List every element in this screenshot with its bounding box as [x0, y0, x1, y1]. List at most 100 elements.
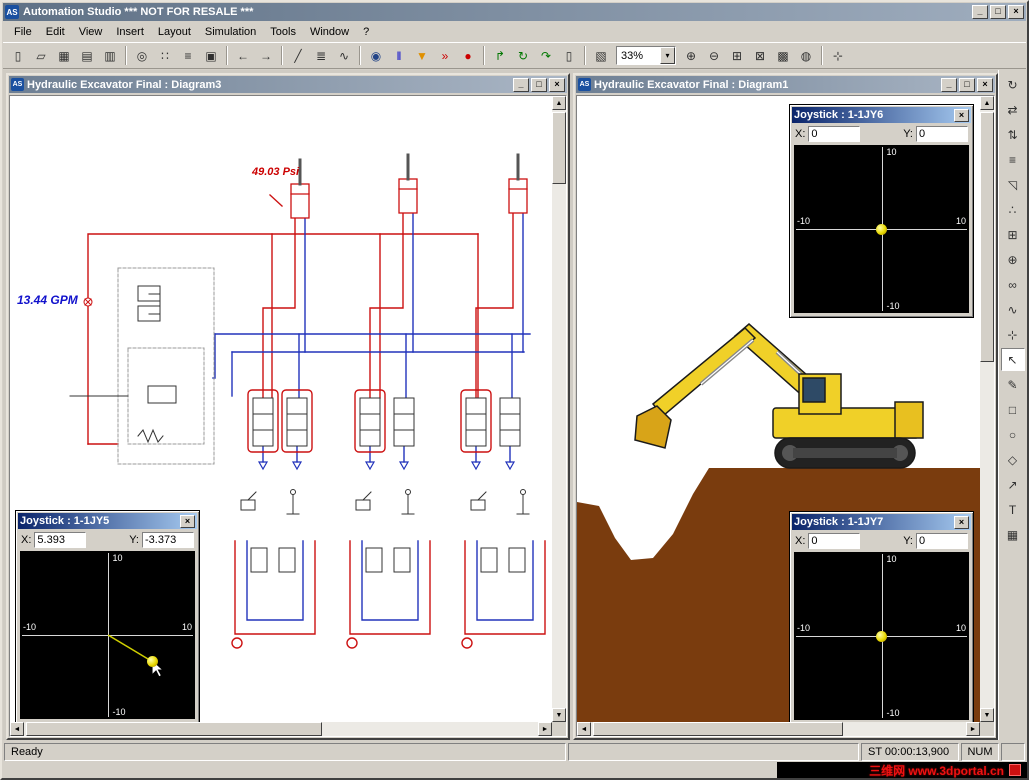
flip-horizontal-button[interactable]: ⇄: [1001, 98, 1025, 121]
menu-help[interactable]: ?: [356, 24, 376, 40]
measure-button[interactable]: ⊹: [1001, 323, 1025, 346]
scrollbar-track[interactable]: [980, 110, 994, 708]
joystick-position-dot[interactable]: [876, 630, 887, 642]
title-bar[interactable]: AS Automation Studio *** NOT FOR RESALE …: [3, 3, 1026, 21]
loop-button[interactable]: ↻: [512, 45, 534, 66]
menu-tools[interactable]: Tools: [263, 24, 303, 40]
joystick-position-dot[interactable]: [147, 656, 158, 667]
menu-view[interactable]: View: [72, 24, 110, 40]
library-explorer-button[interactable]: ∷: [154, 45, 176, 66]
scroll-left-icon[interactable]: ◄: [10, 722, 24, 736]
forward-button[interactable]: →: [255, 45, 277, 66]
menu-file[interactable]: File: [7, 24, 39, 40]
maximize-button[interactable]: □: [531, 77, 547, 92]
stop-button[interactable]: ●: [457, 45, 479, 66]
joystick-x-input[interactable]: [808, 533, 861, 549]
find-component-button[interactable]: ◎: [131, 45, 153, 66]
scroll-right-icon[interactable]: ►: [966, 722, 980, 736]
menu-insert[interactable]: Insert: [109, 24, 151, 40]
menu-edit[interactable]: Edit: [39, 24, 72, 40]
joystick-position-dot[interactable]: [876, 223, 887, 235]
close-button[interactable]: ×: [1008, 5, 1024, 19]
joystick-titlebar[interactable]: Joystick : 1-1JY7 ×: [792, 514, 971, 530]
pause-button[interactable]: ‖: [388, 45, 410, 66]
rotate-tool-button[interactable]: ↻: [1001, 73, 1025, 96]
joystick-area[interactable]: 10 -10 10 -10: [794, 552, 969, 720]
scrollbar-track[interactable]: [552, 110, 566, 708]
diagram3-titlebar[interactable]: AS Hydraulic Excavator Final : Diagram3 …: [9, 76, 567, 93]
zoom-out-button[interactable]: ⊖: [703, 45, 725, 66]
flip-vertical-button[interactable]: ⇅: [1001, 123, 1025, 146]
node-edit-button[interactable]: ∴: [1001, 198, 1025, 221]
joystick-y-input[interactable]: [142, 532, 194, 548]
combo-dropdown-icon[interactable]: ▾: [660, 47, 675, 64]
diagram3-vertical-scrollbar[interactable]: ▲ ▼: [552, 96, 566, 722]
joystick-area[interactable]: 10 -10 10 -10: [20, 551, 195, 719]
scroll-down-icon[interactable]: ▼: [980, 708, 994, 722]
align-button[interactable]: ≡: [1001, 148, 1025, 171]
rectangle-tool-button[interactable]: □: [1001, 398, 1025, 421]
maximize-button[interactable]: □: [990, 5, 1006, 19]
joystick-area[interactable]: 10 -10 10 -10: [794, 145, 969, 313]
joystick-x-input[interactable]: [34, 532, 87, 548]
scroll-down-icon[interactable]: ▼: [552, 708, 566, 722]
step-into-button[interactable]: ↱: [489, 45, 511, 66]
scrollbar-thumb[interactable]: [26, 722, 322, 736]
arrow-tool-button[interactable]: ↗: [1001, 473, 1025, 496]
diagram3-canvas[interactable]: 49.03 Psi 13.44 GPM Joystick : 1-1JY5 × …: [10, 96, 552, 722]
diagram1-vertical-scrollbar[interactable]: ▲ ▼: [980, 96, 994, 722]
scrollbar-thumb[interactable]: [552, 112, 566, 184]
snapshot-button[interactable]: ▣: [200, 45, 222, 66]
close-icon[interactable]: ×: [180, 514, 195, 528]
zoom-combobox[interactable]: 33% ▾: [616, 46, 676, 65]
zoom-window-button[interactable]: ⊞: [726, 45, 748, 66]
link-button[interactable]: ∞: [1001, 273, 1025, 296]
simulation-run-button[interactable]: ◉: [365, 45, 387, 66]
ellipse-tool-button[interactable]: ○: [1001, 423, 1025, 446]
diagram1-horizontal-scrollbar[interactable]: ◄ ►: [577, 722, 980, 736]
scrollbar-track[interactable]: [591, 722, 966, 736]
pointer-tool-button[interactable]: ↖: [1000, 348, 1025, 371]
grid-button[interactable]: ▩: [772, 45, 794, 66]
scrollbar-thumb[interactable]: [980, 112, 994, 362]
joystick-y-input[interactable]: [916, 533, 968, 549]
new-button[interactable]: ▯: [7, 45, 29, 66]
print-button[interactable]: ▤: [76, 45, 98, 66]
open-button[interactable]: ▱: [30, 45, 52, 66]
links-button[interactable]: ∿: [333, 45, 355, 66]
joystick-x-input[interactable]: [808, 126, 861, 142]
minimize-button[interactable]: _: [941, 77, 957, 92]
text-tool-button[interactable]: T: [1001, 498, 1025, 521]
line-tool-button[interactable]: ╱: [287, 45, 309, 66]
list-button[interactable]: ≣: [310, 45, 332, 66]
diagram3-horizontal-scrollbar[interactable]: ◄ ►: [10, 722, 552, 736]
pan-button[interactable]: ⊹: [827, 45, 849, 66]
step-button[interactable]: ▼: [411, 45, 433, 66]
menu-window[interactable]: Window: [303, 24, 356, 40]
close-icon[interactable]: ×: [954, 108, 969, 122]
scrollbar-thumb[interactable]: [593, 722, 843, 736]
maximize-button[interactable]: □: [959, 77, 975, 92]
joystick-titlebar[interactable]: Joystick : 1-1JY5 ×: [18, 513, 197, 529]
diagram1-canvas[interactable]: Joystick : 1-1JY6 × X: Y: 10 -1: [577, 96, 980, 722]
minimize-button[interactable]: _: [972, 5, 988, 19]
report-button[interactable]: ▯: [558, 45, 580, 66]
print-preview-button[interactable]: ▥: [99, 45, 121, 66]
zoom-selection-button[interactable]: ◍: [795, 45, 817, 66]
joystick-titlebar[interactable]: Joystick : 1-1JY6 ×: [792, 107, 971, 123]
scroll-left-icon[interactable]: ◄: [577, 722, 591, 736]
save-button[interactable]: ▦: [53, 45, 75, 66]
close-icon[interactable]: ×: [954, 515, 969, 529]
continue-button[interactable]: ↷: [535, 45, 557, 66]
image-tool-button[interactable]: ▦: [1001, 523, 1025, 546]
joystick-y-input[interactable]: [916, 126, 968, 142]
sort-button[interactable]: ≡: [177, 45, 199, 66]
polygon-tool-button[interactable]: ◇: [1001, 448, 1025, 471]
plotter-button[interactable]: ▧: [590, 45, 612, 66]
insert-port-button[interactable]: ⊕: [1001, 248, 1025, 271]
menu-layout[interactable]: Layout: [151, 24, 198, 40]
zoom-in-button[interactable]: ⊕: [680, 45, 702, 66]
zoom-page-button[interactable]: ⊠: [749, 45, 771, 66]
minimize-button[interactable]: _: [513, 77, 529, 92]
fast-forward-button[interactable]: »: [434, 45, 456, 66]
